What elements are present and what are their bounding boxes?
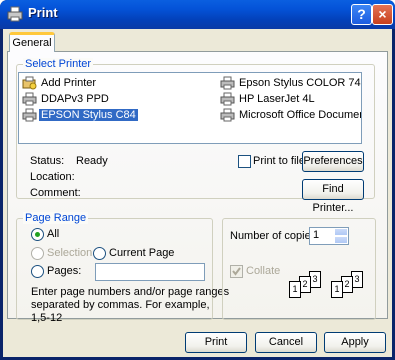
printer-item-epson-c84[interactable]: EPSON Stylus C84: [21, 107, 138, 123]
printer-item-epson-740[interactable]: Epson Stylus COLOR 740 ESC/P: [219, 75, 361, 91]
copies-value: 1: [313, 229, 320, 241]
pages-radio[interactable]: [31, 265, 44, 278]
current-page-radio[interactable]: [93, 247, 106, 260]
printer-item-ms-office-imaging[interactable]: Microsoft Office Document Imag: [219, 107, 361, 123]
collate-label: Collate: [246, 265, 281, 277]
print-button[interactable]: Print: [185, 332, 247, 353]
cancel-button-label: Cancel: [268, 336, 304, 348]
all-radio[interactable]: [31, 228, 44, 241]
collate-illustration-icon: 3 2 1 3 2 1: [289, 266, 369, 306]
collate-checkbox[interactable]: [230, 265, 243, 278]
page-range-hint: Enter page numbers and/or page ranges se…: [31, 286, 230, 324]
spin-up-button[interactable]: [334, 228, 348, 236]
printer-name: HP LaserJet 4L: [239, 93, 315, 105]
page-range-label: Page Range: [23, 212, 89, 224]
location-label: Location:: [30, 171, 75, 183]
selection-radio-label: Selection: [47, 247, 93, 259]
help-button[interactable]: ?: [351, 4, 372, 25]
printer-icon: [22, 92, 37, 106]
current-page-radio-label: Current Page: [109, 247, 175, 259]
close-button[interactable]: ×: [372, 4, 393, 25]
pages-input[interactable]: [95, 263, 205, 281]
printer-icon: [7, 6, 23, 22]
window-title: Print: [28, 5, 58, 20]
help-icon: ?: [357, 6, 366, 22]
preferences-button[interactable]: Preferences: [302, 151, 364, 172]
check-icon: [232, 267, 241, 276]
printer-name: EPSON Stylus C84: [39, 109, 138, 121]
cancel-button[interactable]: Cancel: [255, 332, 317, 353]
printer-list[interactable]: Add Printer DDAPv3 PPD EPSON Stylus C84 …: [18, 72, 362, 144]
printer-icon: [220, 76, 235, 90]
apply-button[interactable]: Apply: [324, 332, 386, 353]
spin-down-button[interactable]: [334, 236, 348, 244]
tab-general[interactable]: General: [9, 32, 55, 52]
find-printer-button-label: Find Printer...: [312, 183, 354, 214]
title-bar[interactable]: Print ? ×: [0, 0, 395, 29]
printer-name: Add Printer: [41, 77, 97, 89]
status-label: Status:: [30, 155, 65, 167]
print-button-label: Print: [204, 336, 228, 348]
preferences-button-label: Preferences: [303, 155, 363, 167]
close-icon: ×: [378, 6, 387, 22]
print-to-file-label: Print to file: [253, 155, 305, 167]
printer-name: Microsoft Office Document Imag: [239, 109, 361, 121]
copies-spinner[interactable]: 1: [309, 227, 349, 245]
printer-item-add-printer[interactable]: Add Printer: [21, 75, 98, 91]
printer-icon: [22, 108, 37, 122]
printer-name: Epson Stylus COLOR 740 ESC/P: [239, 77, 361, 89]
page-1-icon: 1: [331, 281, 343, 298]
select-printer-label: Select Printer: [23, 58, 94, 70]
status-value: Ready: [76, 155, 108, 167]
comment-label: Comment:: [30, 187, 81, 199]
find-printer-button[interactable]: Find Printer...: [302, 179, 364, 214]
printer-item-hp-laserjet[interactable]: HP LaserJet 4L: [219, 91, 317, 107]
add-printer-icon: [22, 76, 37, 90]
pages-radio-label: Pages:: [47, 265, 82, 277]
all-radio-label: All: [47, 228, 60, 240]
selection-radio[interactable]: [31, 247, 44, 260]
printer-item-ddapv3[interactable]: DDAPv3 PPD: [21, 91, 111, 107]
printer-icon: [220, 92, 235, 106]
number-of-copies-label: Number of copies:: [230, 230, 320, 242]
print-to-file-checkbox[interactable]: [238, 155, 251, 168]
printer-icon: [220, 108, 235, 122]
printer-name: DDAPv3 PPD: [41, 93, 109, 105]
tab-general-label: General: [12, 37, 52, 49]
page-1-icon: 1: [289, 281, 301, 298]
apply-button-label: Apply: [341, 336, 369, 348]
